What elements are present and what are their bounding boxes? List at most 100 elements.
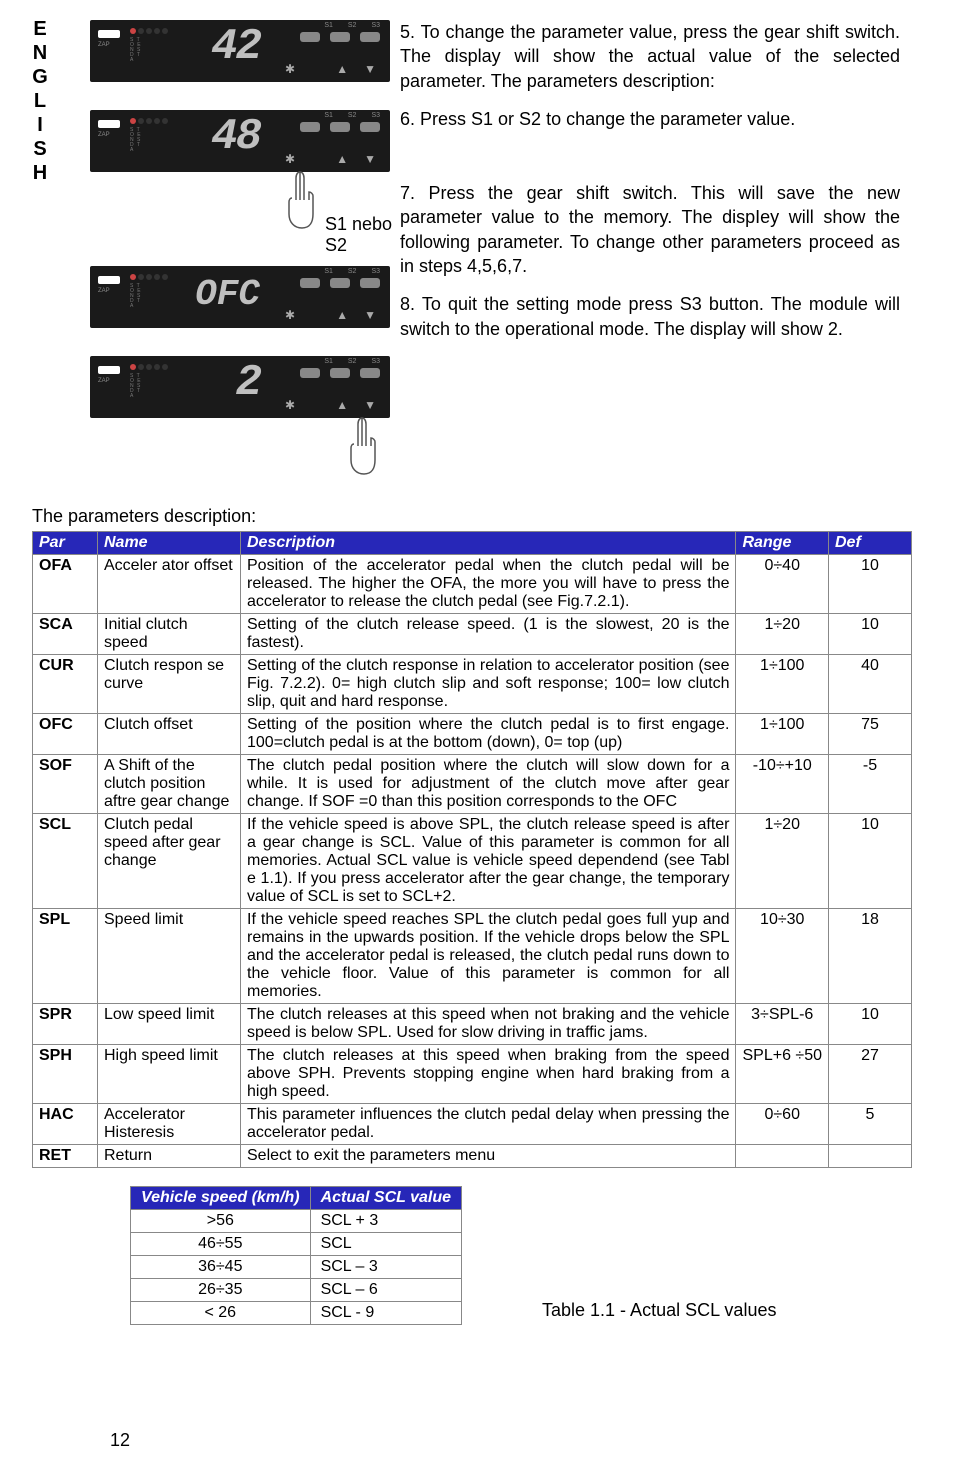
- cell-desc: Setting of the clutch release speed. (1 …: [241, 614, 736, 655]
- cell-def: 40: [829, 655, 912, 714]
- led-row: [130, 364, 168, 370]
- display-digits-1: 42: [170, 22, 260, 78]
- cell-desc: If the vehicle speed is above SPL, the c…: [241, 814, 736, 909]
- cell-scl: SCL – 6: [310, 1279, 461, 1302]
- hand-pointer-icon: [342, 416, 382, 476]
- bottom-area: Vehicle speed (km/h) Actual SCL value >5…: [130, 1186, 900, 1325]
- cell-def: 10: [829, 555, 912, 614]
- cell-name: Initial clutch speed: [98, 614, 241, 655]
- table-row: OFAAcceler ator offsetPosition of the ac…: [33, 555, 912, 614]
- s-buttons: [300, 368, 380, 378]
- cell-desc: The clutch releases at this speed when b…: [241, 1045, 736, 1104]
- cell-def: 10: [829, 814, 912, 909]
- zap-label: ZAP: [98, 288, 110, 294]
- device-panel-2: ZAP S TO EN SD TA 48 S1S2S3 ✱ ▲▼: [90, 110, 390, 172]
- cell-speed: 26÷35: [131, 1279, 311, 1302]
- step-8: 8. To quit the setting mode press S3 but…: [400, 292, 900, 341]
- cell-par: SPR: [33, 1004, 98, 1045]
- led-row: [130, 274, 168, 280]
- cell-desc: Setting of the clutch response in relati…: [241, 655, 736, 714]
- cell-par: HAC: [33, 1104, 98, 1145]
- cell-name: Low speed limit: [98, 1004, 241, 1045]
- cell-range: 1÷100: [736, 714, 829, 755]
- parameters-table: Par Name Description Range Def OFAAccele…: [32, 531, 912, 1168]
- cell-name: A Shift of the clutch position aftre gea…: [98, 755, 241, 814]
- cell-speed: >56: [131, 1210, 311, 1233]
- cell-name: Clutch respon se curve: [98, 655, 241, 714]
- zap-switch-icon: [98, 276, 120, 284]
- s-buttons: [300, 122, 380, 132]
- zap-switch-icon: [98, 30, 120, 38]
- cell-desc: The clutch pedal position where the clut…: [241, 755, 736, 814]
- table-row: HACAccelerator HisteresisThis parameter …: [33, 1104, 912, 1145]
- star-icon: ✱: [285, 62, 295, 76]
- cell-def: 5: [829, 1104, 912, 1145]
- step-6: 6. Press S1 or S2 to change the paramete…: [400, 107, 900, 131]
- table-row: SPLSpeed limitIf the vehicle speed reach…: [33, 909, 912, 1004]
- instructions-column: 5. To change the parameter value, press …: [400, 20, 900, 484]
- col-name: Name: [98, 532, 241, 555]
- cell-par: SOF: [33, 755, 98, 814]
- arrow-icons: ▲▼: [336, 152, 376, 166]
- cell-def: 10: [829, 614, 912, 655]
- cell-name: Clutch offset: [98, 714, 241, 755]
- cell-range: 0÷60: [736, 1104, 829, 1145]
- led-labels: S TO EN SD TA: [130, 374, 142, 399]
- scl-table: Vehicle speed (km/h) Actual SCL value >5…: [130, 1186, 462, 1325]
- button-labels: S1S2S3: [324, 358, 380, 365]
- cell-scl: SCL – 3: [310, 1256, 461, 1279]
- led-row: [130, 28, 168, 34]
- button-labels: S1S2S3: [324, 268, 380, 275]
- table-row: SPRLow speed limitThe clutch releases at…: [33, 1004, 912, 1045]
- col-speed: Vehicle speed (km/h): [131, 1187, 311, 1210]
- cell-par: SPH: [33, 1045, 98, 1104]
- table-row: 46÷55SCL: [131, 1233, 462, 1256]
- table-row: SCLClutch pedal speed after gear changeI…: [33, 814, 912, 909]
- table-row: SPHHigh speed limitThe clutch releases a…: [33, 1045, 912, 1104]
- table-row: < 26SCL - 9: [131, 1302, 462, 1325]
- cell-speed: < 26: [131, 1302, 311, 1325]
- cell-desc: If the vehicle speed reaches SPL the clu…: [241, 909, 736, 1004]
- zap-switch-icon: [98, 366, 120, 374]
- cell-range: 0÷40: [736, 555, 829, 614]
- display-digits-3: OFC: [170, 274, 260, 330]
- s1-s2-label: S1 nebo S2: [325, 214, 400, 256]
- table-row: SCAInitial clutch speedSetting of the cl…: [33, 614, 912, 655]
- cell-scl: SCL + 3: [310, 1210, 461, 1233]
- cell-range: 3÷SPL-6: [736, 1004, 829, 1045]
- arrow-icons: ▲▼: [336, 308, 376, 322]
- led-labels: S TO EN SD TA: [130, 38, 142, 63]
- cell-par: OFC: [33, 714, 98, 755]
- star-icon: ✱: [285, 308, 295, 322]
- cell-par: OFA: [33, 555, 98, 614]
- display-digits-4: 2: [170, 358, 260, 414]
- cell-name: Clutch pedal speed after gear change: [98, 814, 241, 909]
- cell-par: CUR: [33, 655, 98, 714]
- cell-name: Return: [98, 1145, 241, 1168]
- led-labels: S TO EN SD TA: [130, 284, 142, 309]
- col-range: Range: [736, 532, 829, 555]
- button-labels: S1S2S3: [324, 112, 380, 119]
- cell-def: 18: [829, 909, 912, 1004]
- zap-label: ZAP: [98, 378, 110, 384]
- device-images-column: ZAP S TO EN SD TA 42 S1S2S3 ✱ ▲▼ ZAP S T…: [20, 20, 400, 484]
- cell-name: Accelerator Histeresis: [98, 1104, 241, 1145]
- cell-speed: 36÷45: [131, 1256, 311, 1279]
- step-7: 7. Press the gear shift switch. This wil…: [400, 181, 900, 278]
- cell-desc: This parameter influences the clutch ped…: [241, 1104, 736, 1145]
- hand-pointer-icon: [280, 170, 320, 230]
- top-area: ZAP S TO EN SD TA 42 S1S2S3 ✱ ▲▼ ZAP S T…: [20, 20, 900, 484]
- cell-range: [736, 1145, 829, 1168]
- col-scl: Actual SCL value: [310, 1187, 461, 1210]
- cell-def: 75: [829, 714, 912, 755]
- cell-par: RET: [33, 1145, 98, 1168]
- cell-desc: Position of the accelerator pedal when t…: [241, 555, 736, 614]
- cell-desc: Setting of the position where the clutch…: [241, 714, 736, 755]
- cell-range: 1÷20: [736, 814, 829, 909]
- col-def: Def: [829, 532, 912, 555]
- device-panel-3: ZAP S TO EN SD TA OFC S1S2S3 ✱ ▲▼: [90, 266, 390, 328]
- table-header-row: Vehicle speed (km/h) Actual SCL value: [131, 1187, 462, 1210]
- led-labels: S TO EN SD TA: [130, 128, 142, 153]
- table-row: OFCClutch offsetSetting of the position …: [33, 714, 912, 755]
- cell-speed: 46÷55: [131, 1233, 311, 1256]
